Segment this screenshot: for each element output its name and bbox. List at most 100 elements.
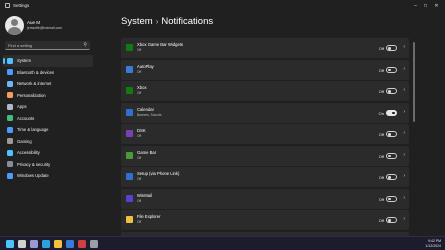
breadcrumb-parent[interactable]: System xyxy=(121,16,153,27)
app-notification-summary: Off xyxy=(137,48,142,52)
list-item[interactable]: Xbox Game Bar Widgets Off Off › xyxy=(121,38,409,58)
chevron-right-icon[interactable]: › xyxy=(403,87,405,93)
chevron-right-icon[interactable]: › xyxy=(403,195,405,201)
folder-icon xyxy=(126,216,133,223)
app-name: Setup (via Phone Link) xyxy=(137,171,180,176)
app-name: Xbox xyxy=(137,85,147,90)
sidebar-item-accounts[interactable]: Accounts xyxy=(3,113,93,125)
toggle-state-label: Off xyxy=(378,153,384,159)
avatar xyxy=(5,16,24,35)
toggle-state-label: Off xyxy=(378,67,384,73)
search-placeholder: Find a setting xyxy=(8,43,33,48)
sidebar-item-label: Personalization xyxy=(17,92,46,98)
profile-name: Aue M xyxy=(27,20,41,25)
app-name: File Explorer xyxy=(137,214,161,219)
toggle-state-label: Off xyxy=(378,196,384,202)
notification-toggle[interactable] xyxy=(386,88,397,94)
store-icon[interactable] xyxy=(66,240,74,248)
toggle-state-label: Off xyxy=(378,46,384,51)
chevron-right-icon[interactable]: › xyxy=(403,44,405,50)
search-icon[interactable] xyxy=(18,240,26,248)
sidebar-item-bluetooth-devices[interactable]: Bluetooth & devices xyxy=(3,67,93,79)
breadcrumb: System › Notifications xyxy=(121,16,213,27)
sidebar-item-accessibility[interactable]: Accessibility xyxy=(3,147,93,159)
title-bar: Settings – □ ✕ xyxy=(0,0,445,12)
apps-icon xyxy=(7,103,13,110)
user-profile[interactable]: Aue M jenwolfe@hotmail.com xyxy=(5,16,93,38)
notification-toggle[interactable] xyxy=(386,217,397,223)
list-item[interactable]: File Explorer Off Off › xyxy=(121,210,409,230)
toggle-state-label: Off xyxy=(378,218,384,223)
start-icon[interactable] xyxy=(6,240,14,248)
wifi-icon xyxy=(7,80,13,87)
notification-toggle[interactable] xyxy=(386,109,397,116)
list-item[interactable]: WinMail Off Off › xyxy=(121,188,409,209)
sidebar-item-label: Gaming xyxy=(17,138,32,144)
notification-toggle[interactable] xyxy=(386,45,397,51)
app-notification-summary: Off xyxy=(137,177,142,181)
task-view-icon[interactable] xyxy=(30,240,38,248)
app-notification-summary: Off xyxy=(137,134,142,138)
settings-icon[interactable] xyxy=(90,240,98,248)
list-item[interactable]: DSK Off Off › xyxy=(121,124,409,144)
notification-toggle[interactable] xyxy=(386,131,397,137)
app-icon[interactable] xyxy=(78,240,86,248)
chevron-right-icon: › xyxy=(155,17,159,26)
app-name: Calendar xyxy=(137,106,154,112)
list-item[interactable]: Game Bar Off Off › xyxy=(121,145,409,166)
sidebar: Aue M jenwolfe@hotmail.com Find a settin… xyxy=(0,12,95,236)
sidebar-item-label: System xyxy=(17,58,31,64)
scrollbar[interactable] xyxy=(413,42,415,122)
search-icon: ⚲ xyxy=(83,42,87,48)
tray-time: 9:42 PM xyxy=(427,239,441,243)
chevron-right-icon[interactable]: › xyxy=(403,173,405,179)
minimize-icon[interactable]: – xyxy=(411,2,420,10)
app-notification-summary: Off xyxy=(137,69,142,74)
search-input[interactable]: Find a setting ⚲ xyxy=(5,41,90,50)
maximize-icon[interactable]: □ xyxy=(421,2,430,10)
list-item[interactable]: Xbox Off Off › xyxy=(121,81,409,101)
notification-toggle[interactable] xyxy=(386,152,397,159)
chevron-right-icon[interactable]: › xyxy=(403,109,405,115)
sidebar-item-network-internet[interactable]: Network & internet xyxy=(3,78,93,90)
system-icon xyxy=(7,57,13,64)
xbox-icon xyxy=(126,44,133,51)
chevron-right-icon[interactable]: › xyxy=(403,216,405,222)
list-item[interactable]: Calendar Banners, Sounds On › xyxy=(121,102,409,123)
autoplay-icon xyxy=(126,65,133,73)
app-notification-summary: Banners, Sounds xyxy=(137,112,162,117)
toggle-state-label: Off xyxy=(378,89,384,94)
notification-toggle[interactable] xyxy=(386,174,397,180)
sidebar-item-privacy-security[interactable]: Privacy & security xyxy=(3,159,93,171)
sidebar-nav: System Bluetooth & devices Network & inter… xyxy=(3,55,93,182)
tray-date: 1/12/2024 xyxy=(425,243,441,248)
xbox-icon xyxy=(126,87,133,94)
list-item[interactable]: Setup (via Phone Link) Off Off › xyxy=(121,167,409,187)
sidebar-item-windows-update[interactable]: Windows Update xyxy=(3,170,93,182)
chevron-right-icon[interactable]: › xyxy=(403,130,405,136)
brush-icon xyxy=(7,92,13,99)
chevron-right-icon[interactable]: › xyxy=(403,152,405,158)
explorer-icon[interactable] xyxy=(54,240,62,248)
gamebar-icon xyxy=(126,151,133,159)
chevron-right-icon[interactable]: › xyxy=(403,66,405,72)
notification-toggle[interactable] xyxy=(386,66,397,73)
notification-toggle[interactable] xyxy=(386,195,397,202)
sidebar-item-system[interactable]: System xyxy=(3,55,93,67)
sidebar-item-apps[interactable]: Apps xyxy=(3,101,93,113)
edge-icon[interactable] xyxy=(42,240,50,248)
update-icon xyxy=(7,172,13,179)
system-tray-clock[interactable]: 9:42 PM 1/12/2024 xyxy=(425,239,441,248)
sidebar-item-personalization[interactable]: Personalization xyxy=(3,90,93,102)
sidebar-item-label: Privacy & security xyxy=(17,161,51,167)
sidebar-item-time-language[interactable]: Time & language xyxy=(3,124,93,136)
sidebar-item-gaming[interactable]: Gaming xyxy=(3,136,93,148)
sidebar-item-label: Apps xyxy=(17,104,27,110)
toggle-state-label: Off xyxy=(378,175,384,180)
bluetooth-icon xyxy=(7,69,13,76)
phone-icon xyxy=(126,173,133,180)
app-name: AutoPlay xyxy=(137,63,154,69)
list-item[interactable]: AutoPlay Off Off › xyxy=(121,59,409,80)
app-notification-list: Xbox Game Bar Widgets Off Off › AutoPlay Off O… xyxy=(121,38,409,250)
close-icon[interactable]: ✕ xyxy=(432,2,441,10)
